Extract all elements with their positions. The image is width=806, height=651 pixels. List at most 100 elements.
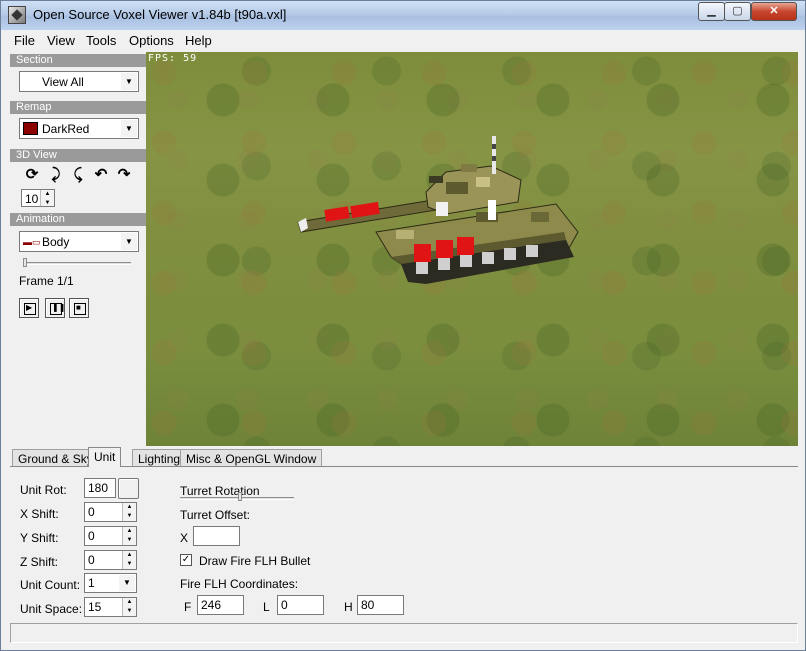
tab-misc-opengl[interactable]: Misc & OpenGL Window	[180, 449, 323, 467]
unit-rot-label: Unit Rot:	[20, 483, 67, 497]
view3d-header: 3D View	[10, 149, 146, 162]
turret-rotation-label: Turret Rotation	[180, 484, 260, 498]
remap-select-value: DarkRed	[42, 122, 90, 136]
unit-count-value: 1	[88, 576, 95, 590]
remap-select[interactable]: DarkRed ▼	[19, 118, 139, 139]
tab-lighting-label: Lighting	[138, 452, 181, 466]
play-icon: ▶	[26, 303, 33, 312]
menu-tools-label: Tools	[86, 33, 117, 48]
chevron-down-icon[interactable]: ▼	[121, 73, 137, 90]
stop-button[interactable]: ■	[69, 298, 89, 318]
menu-tools[interactable]: Tools	[86, 33, 116, 48]
spinner-arrows-icon[interactable]: ▲ ▼	[122, 598, 136, 616]
window-title: Open Source Voxel Viewer v1.84b [t90a.vx…	[33, 7, 287, 22]
tab-unit-label: Unit	[94, 450, 116, 464]
spinner-arrows-icon[interactable]: ▲ ▼	[122, 551, 136, 569]
z-shift-value: 0	[88, 553, 95, 567]
x-shift-spinner[interactable]: 0 ▲ ▼	[84, 502, 137, 522]
left-panel: Section View All ▼ Remap DarkRed ▼ 3D Vi…	[10, 52, 146, 446]
pause-icon: ❚❚	[52, 303, 66, 312]
tab-ground-sky[interactable]: Ground & Sky	[12, 449, 99, 467]
section-select-value: View All	[42, 75, 84, 89]
spinner-arrows-icon[interactable]: ▲ ▼	[40, 190, 54, 206]
menu-help-label: Help	[185, 33, 212, 48]
app-icon	[8, 6, 26, 24]
unit-count-label: Unit Count:	[20, 578, 81, 592]
tab-lighting[interactable]: Lighting	[132, 449, 187, 467]
spinner-arrows-icon[interactable]: ▲ ▼	[122, 527, 136, 545]
turret-offset-label: Turret Offset:	[180, 508, 251, 522]
frame-label: Frame 1/1	[19, 274, 74, 288]
tab-misc-opengl-label: Misc & OpenGL Window	[186, 452, 317, 466]
tab-ground-sky-label: Ground & Sky	[18, 452, 93, 466]
menu-file-label: File	[14, 33, 35, 48]
rotate-right-icon[interactable]: ↷	[116, 167, 132, 183]
flh-l-label: L	[263, 600, 270, 614]
rotate-down-icon[interactable]: ⤸	[48, 167, 64, 183]
flh-h-input[interactable]: 80	[357, 595, 404, 615]
draw-fire-flh-checkbox[interactable]: ✓	[180, 554, 192, 566]
pause-button[interactable]: ❚❚	[45, 298, 65, 318]
chevron-down-icon[interactable]: ▼	[121, 233, 137, 250]
remap-header: Remap	[10, 101, 146, 114]
menu-options-label: Options	[129, 33, 174, 48]
chevron-down-icon[interactable]: ▼	[121, 120, 137, 137]
frame-slider-thumb[interactable]	[23, 258, 27, 267]
turret-offset-x-label: X	[180, 531, 189, 545]
frame-slider[interactable]	[23, 262, 131, 265]
chevron-down-icon[interactable]: ▼	[119, 575, 135, 591]
menu-bar: File View Tools Options Help	[1, 30, 805, 51]
turret-rotation-slider-thumb[interactable]	[238, 492, 242, 501]
y-shift-spinner[interactable]: 0 ▲ ▼	[84, 526, 137, 546]
maximize-button[interactable]: ▢	[724, 2, 751, 21]
unit-rot-button[interactable]	[118, 478, 139, 499]
x-shift-label: X Shift:	[20, 507, 59, 521]
unit-tab-panel: Unit Rot: 180 X Shift: 0 ▲ ▼ Y Shift: 0 ▲…	[10, 466, 798, 621]
unit-space-value: 15	[88, 600, 102, 614]
view-step-value: 10	[25, 192, 39, 206]
spinner-arrows-icon[interactable]: ▲ ▼	[122, 503, 136, 521]
close-button[interactable]: ✕	[751, 2, 797, 21]
fire-flh-label: Fire FLH Coordinates:	[180, 577, 299, 591]
animation-header: Animation	[10, 213, 146, 226]
turret-offset-x-input[interactable]	[193, 526, 240, 546]
y-shift-value: 0	[88, 529, 95, 543]
menu-view[interactable]: View	[47, 33, 75, 48]
section-select[interactable]: View All ▼	[19, 71, 139, 92]
title-bar[interactable]: Open Source Voxel Viewer v1.84b [t90a.vx…	[1, 1, 805, 30]
3d-viewport[interactable]: FPS: 59	[146, 52, 798, 446]
turret-rotation-slider[interactable]	[180, 497, 294, 500]
flh-l-input[interactable]: 0	[277, 595, 324, 615]
status-bar	[10, 623, 798, 643]
menu-options[interactable]: Options	[129, 33, 174, 48]
z-shift-spinner[interactable]: 0 ▲ ▼	[84, 550, 137, 570]
menu-file[interactable]: File	[14, 33, 35, 48]
tank-icon: ▬▭	[23, 237, 41, 247]
menu-help[interactable]: Help	[185, 33, 212, 48]
draw-fire-flh-label: Draw Fire FLH Bullet	[199, 554, 311, 568]
flh-f-input[interactable]: 246	[197, 595, 244, 615]
y-shift-label: Y Shift:	[20, 531, 59, 545]
minimize-button[interactable]: ▁	[698, 2, 725, 21]
stop-icon: ■	[76, 303, 81, 312]
rotate-up-icon[interactable]: ⤹	[70, 167, 86, 183]
rotate-spin-icon[interactable]: ⟳	[24, 167, 40, 183]
z-shift-label: Z Shift:	[20, 555, 59, 569]
view-step-spinner[interactable]: 10 ▲ ▼	[21, 189, 55, 207]
settings-tabs: Ground & Sky Unit Lighting Misc & OpenGL…	[10, 447, 798, 467]
unit-count-select[interactable]: 1 ▼	[84, 573, 137, 593]
animation-section-select[interactable]: ▬▭ Body ▼	[19, 231, 139, 252]
unit-rot-input[interactable]: 180	[84, 478, 116, 498]
flh-f-label: F	[184, 600, 192, 614]
section-header: Section	[10, 54, 146, 67]
play-button[interactable]: ▶	[19, 298, 39, 318]
app-window: Open Source Voxel Viewer v1.84b [t90a.vx…	[0, 0, 806, 651]
menu-view-label: View	[47, 33, 75, 48]
tank-model-render	[297, 136, 579, 284]
remap-color-swatch	[23, 122, 38, 135]
unit-space-label: Unit Space:	[20, 602, 83, 616]
x-shift-value: 0	[88, 505, 95, 519]
unit-space-spinner[interactable]: 15 ▲ ▼	[84, 597, 137, 617]
tab-unit[interactable]: Unit	[88, 447, 122, 467]
rotate-left-icon[interactable]: ↶	[93, 167, 109, 183]
